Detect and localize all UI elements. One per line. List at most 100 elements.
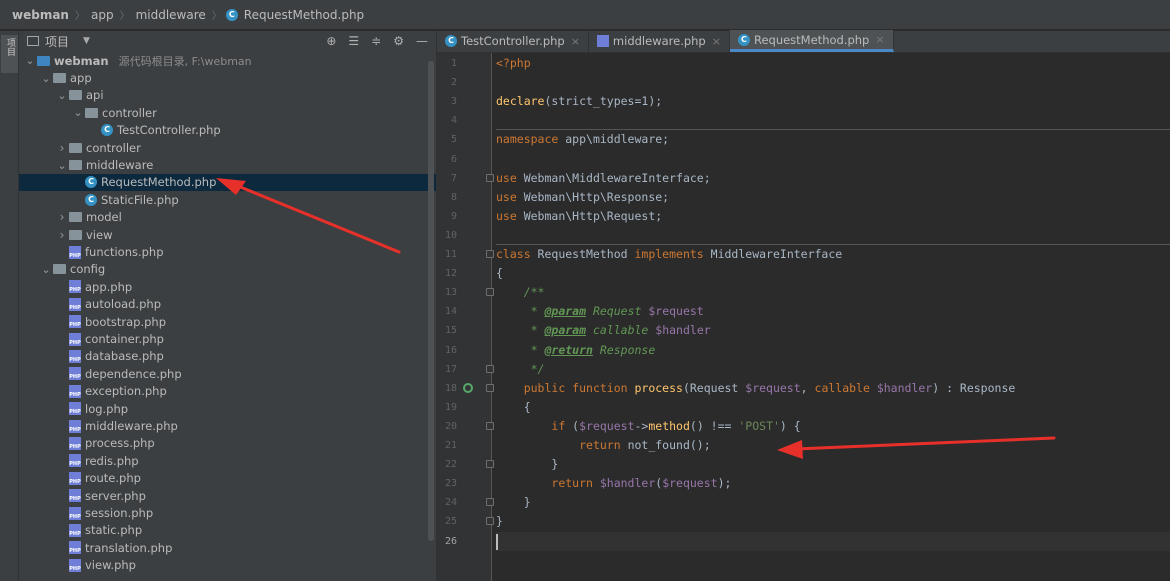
tree-item[interactable]: PHP container.php	[19, 330, 436, 347]
implements-method-icon[interactable]	[463, 382, 473, 393]
php-file-icon: PHP	[69, 315, 81, 329]
chevron-down-icon[interactable]: ▼	[83, 36, 90, 46]
chevron-down-icon[interactable]: ⌄	[23, 54, 37, 67]
tree-item-label: model	[86, 210, 122, 225]
php-file-icon: PHP	[69, 367, 81, 381]
editor-tab[interactable]: C TestController.php ×	[437, 30, 589, 52]
fold-marker-icon[interactable]	[486, 383, 494, 392]
close-icon[interactable]: ×	[571, 35, 580, 48]
class-icon: C	[737, 33, 750, 46]
tree-item-label: route.php	[85, 471, 141, 486]
line-number: 23	[444, 478, 457, 490]
tree-item[interactable]: › controller	[19, 139, 436, 156]
php-file-icon	[596, 35, 609, 47]
line-number: 1	[450, 58, 457, 69]
project-panel: 项目 ▼ ⊕ ☰ ≑ ⚙ — ⌄ webman 源代码根目录, F:\webman ⌄…	[19, 31, 437, 581]
line-number: 14	[444, 306, 457, 318]
tree-item[interactable]: PHP process.php	[19, 435, 436, 452]
tree-item[interactable]: PHP bootstrap.php	[19, 313, 436, 330]
code-area[interactable]: <?php declare(strict_types=1); namespace a…	[496, 53, 1170, 581]
tree-item[interactable]: PHP app.php	[19, 278, 436, 295]
php-file-icon: PHP	[69, 558, 81, 572]
line-number: 15	[444, 325, 457, 337]
tree-item[interactable]: PHP session.php	[19, 504, 436, 521]
code-line: * @param callable $handler	[530, 323, 711, 338]
fold-marker-icon[interactable]	[486, 498, 494, 507]
breadcrumb-item-webman[interactable]: webman	[10, 8, 71, 22]
tree-item[interactable]: PHP dependence.php	[19, 365, 436, 382]
chevron-down-icon[interactable]: ⌄	[39, 72, 53, 85]
tree-item[interactable]: PHP translation.php	[19, 539, 436, 556]
chevron-down-icon[interactable]: ⌄	[55, 89, 69, 102]
tree-item[interactable]: C TestController.php	[19, 122, 436, 139]
tree-item[interactable]: PHP database.php	[19, 348, 436, 365]
tree-item[interactable]: PHP route.php	[19, 470, 436, 487]
close-icon[interactable]: ×	[875, 33, 884, 46]
chevron-right-icon[interactable]: ›	[55, 228, 69, 242]
tree-item[interactable]: C StaticFile.php	[19, 191, 436, 208]
fold-marker-icon[interactable]	[486, 173, 494, 182]
project-tool-tab[interactable]: 项目	[1, 35, 18, 73]
tree-scrollbar[interactable]	[428, 61, 434, 541]
php-file-icon: PHP	[69, 332, 81, 346]
fold-marker-icon[interactable]	[486, 421, 494, 430]
tree-item[interactable]: PHP exception.php	[19, 383, 436, 400]
fold-marker-icon[interactable]	[486, 288, 494, 297]
fold-marker-icon[interactable]	[486, 517, 494, 526]
line-number: 3	[450, 96, 457, 108]
gear-icon[interactable]: ⚙	[393, 34, 404, 48]
chevron-right-icon: 〉	[119, 11, 130, 22]
tree-item-label: api	[86, 88, 104, 103]
tree-item[interactable]: PHP autoload.php	[19, 296, 436, 313]
tree-item[interactable]: PHP redis.php	[19, 452, 436, 469]
code-line: {	[496, 266, 503, 281]
code-line: public function process(Request $request…	[523, 380, 1016, 395]
tree-item-label: translation.php	[85, 540, 173, 555]
locate-icon[interactable]: ⊕	[326, 34, 336, 48]
code-line: * @param Request $request	[530, 304, 704, 319]
tree-item[interactable]: PHP view.php	[19, 557, 436, 574]
tree-item[interactable]: PHP server.php	[19, 487, 436, 504]
tree-item[interactable]: PHP middleware.php	[19, 417, 436, 434]
fold-marker-icon[interactable]	[486, 460, 494, 469]
tree-item-label: process.php	[85, 436, 155, 451]
chevron-right-icon[interactable]: ›	[55, 210, 69, 224]
php-file-icon: PHP	[69, 436, 81, 450]
tree-item[interactable]: ⌄ middleware	[19, 156, 436, 173]
chevron-right-icon: 〉	[211, 11, 222, 22]
close-icon[interactable]: ×	[712, 35, 721, 48]
minimize-icon[interactable]: —	[416, 34, 428, 48]
tree-item[interactable]: PHP static.php	[19, 522, 436, 539]
tree-item-label: view.php	[85, 558, 136, 573]
tree-item[interactable]: PHP functions.php	[19, 243, 436, 260]
editor-tab[interactable]: C RequestMethod.php ×	[729, 30, 894, 52]
expand-all-icon[interactable]: ☰	[348, 34, 359, 48]
chevron-down-icon[interactable]: ⌄	[71, 106, 85, 119]
breadcrumb-item-file[interactable]: RequestMethod.php	[242, 8, 366, 22]
chevron-down-icon[interactable]: ⌄	[39, 263, 53, 276]
php-file-icon: PHP	[69, 297, 81, 311]
line-number: 8	[450, 191, 457, 203]
chevron-down-icon[interactable]: ⌄	[55, 159, 69, 172]
line-number: 9	[450, 210, 457, 222]
collapse-all-icon[interactable]: ≑	[371, 34, 381, 48]
chevron-right-icon[interactable]: ›	[55, 141, 69, 155]
tree-item[interactable]: ⌄ config	[19, 261, 436, 278]
breadcrumb-item-app[interactable]: app	[89, 8, 116, 22]
code-line: use Webman\Http\Request;	[496, 208, 663, 223]
project-panel-title[interactable]: 项目	[45, 33, 69, 50]
breadcrumb-item-middleware[interactable]: middleware	[134, 8, 208, 22]
tree-item[interactable]: › model	[19, 209, 436, 226]
tree-item[interactable]: ⌄ app	[19, 69, 436, 86]
editor-tab[interactable]: middleware.php ×	[589, 30, 730, 52]
tree-item[interactable]: ⌄ webman 源代码根目录, F:\webman	[19, 52, 436, 69]
tree-item[interactable]: ⌄ api	[19, 87, 436, 104]
tree-item[interactable]: › view	[19, 226, 436, 243]
line-number: 17	[444, 363, 457, 375]
fold-marker-icon[interactable]	[486, 250, 494, 258]
tree-item-label: TestController.php	[117, 123, 221, 138]
fold-marker-icon[interactable]	[486, 364, 494, 373]
tree-item[interactable]: C RequestMethod.php	[19, 173, 436, 192]
tree-item[interactable]: PHP log.php	[19, 400, 436, 417]
tree-item[interactable]: ⌄ controller	[19, 104, 436, 121]
